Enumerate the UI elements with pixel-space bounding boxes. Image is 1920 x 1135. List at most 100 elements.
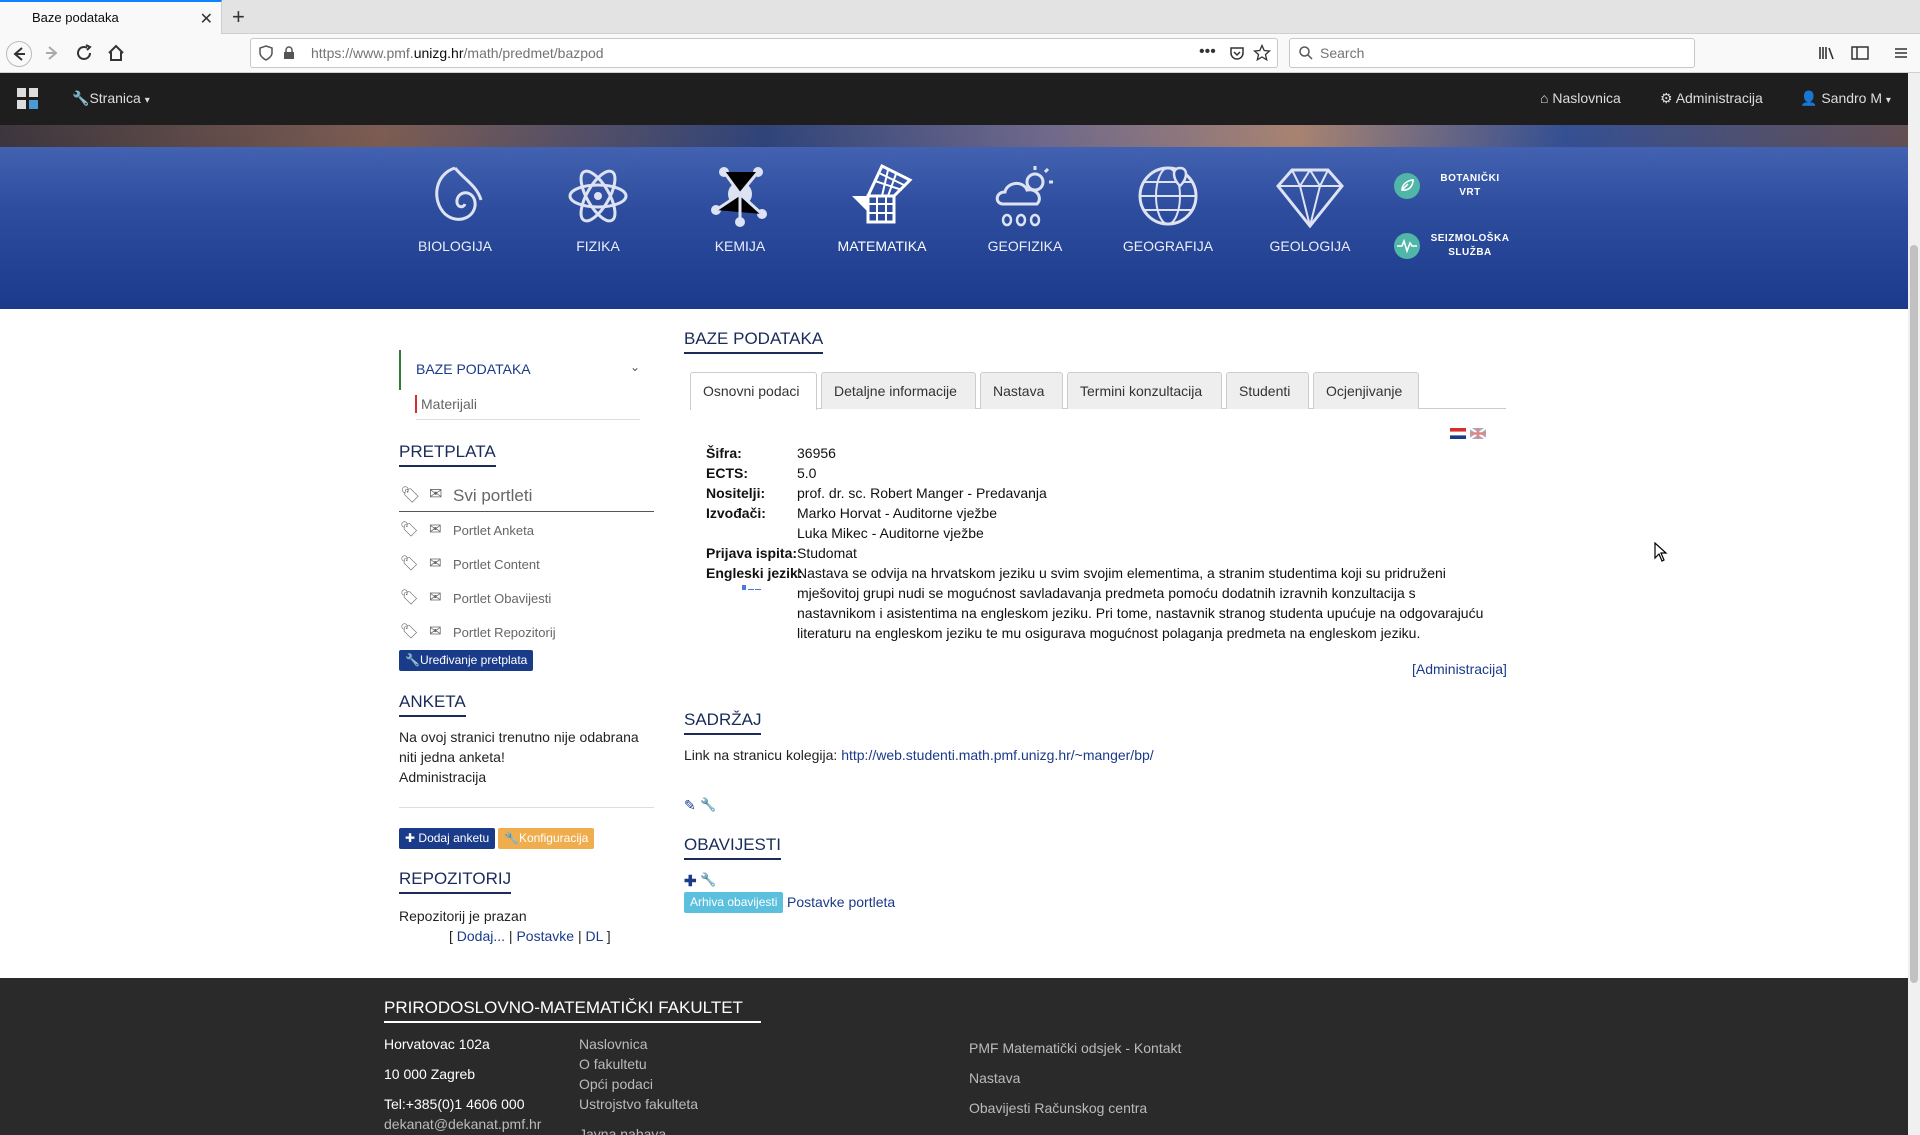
footer-link[interactable]: Ustrojstvo fakulteta — [579, 1096, 698, 1112]
user-icon: 👤 — [1800, 90, 1818, 106]
browser-tab[interactable]: Baze podataka ✕ — [0, 0, 222, 34]
search-placeholder: Search — [1320, 45, 1365, 61]
chevron-down-icon[interactable]: ⌄ — [630, 360, 640, 374]
botanicki-vrt-link[interactable] — [1393, 172, 1421, 200]
pocket-icon[interactable] — [1229, 45, 1245, 61]
konfiguracija-button[interactable]: 🔧Konfiguracija — [498, 828, 595, 849]
seizmo-link[interactable] — [1393, 232, 1421, 260]
footer-email[interactable]: dekanat@dekanat.pmf.hr — [384, 1116, 541, 1132]
anketa-admin-link[interactable]: Administracija — [399, 769, 486, 785]
footer-link[interactable]: Nastava — [969, 1070, 1020, 1086]
bracket: [ — [449, 928, 453, 944]
atom-icon — [568, 169, 628, 223]
science-kemija[interactable]: KEMIJA — [680, 160, 800, 254]
portlet-label: Portlet Content — [453, 557, 540, 572]
menu-icon[interactable] — [1893, 45, 1909, 61]
gear-icon: ⚙ — [1660, 90, 1673, 106]
science-biologija[interactable]: BIOLOGIJA — [395, 160, 515, 254]
scrollbar-thumb[interactable] — [1910, 245, 1918, 983]
home-icon[interactable] — [104, 41, 130, 67]
search-input[interactable]: Search — [1289, 38, 1695, 68]
tags-icon: 🏷 — [400, 589, 420, 606]
footer-address: 10 000 Zagreb — [384, 1066, 476, 1082]
svi-portleti-row[interactable]: 🏷 ✉ Svi portleti — [399, 484, 654, 512]
seizmo-label[interactable]: SEIZMOLOŠKA SLUŽBA — [1430, 232, 1510, 260]
shield-icon[interactable] — [259, 45, 273, 61]
back-icon[interactable] — [6, 41, 32, 67]
wrench-icon[interactable]: 🔧 — [700, 872, 716, 888]
tab-title: Baze podataka — [32, 10, 119, 25]
wrench-icon[interactable]: 🔧 — [700, 797, 716, 813]
ects-value: 5.0 — [797, 465, 817, 481]
tab-osnovni-podaci[interactable]: Osnovni podaci — [690, 372, 817, 410]
tab-detaljne-informacije[interactable]: Detaljne informacije — [821, 372, 976, 409]
nav-item-materijali[interactable]: Materijali — [421, 396, 477, 412]
science-label: BIOLOGIJA — [418, 238, 492, 254]
croatian-flag-icon[interactable] — [1450, 428, 1466, 439]
footer-link[interactable]: PMF Matematički odsjek - Kontakt — [969, 1040, 1181, 1056]
english-indicator-icon — [742, 585, 762, 591]
portlet-label: Portlet Anketa — [453, 523, 534, 538]
footer-link[interactable]: Opći podaci — [579, 1076, 653, 1092]
close-tab-icon[interactable]: ✕ — [200, 9, 213, 29]
dodaj-anketu-button[interactable]: ✚ Dodaj anketu — [399, 828, 496, 849]
repo-postavke-link[interactable]: Postavke — [516, 928, 574, 944]
wrench-icon: 🔧 — [405, 653, 420, 667]
engleski-text: Nastava se odvija na hrvatskom jeziku u … — [797, 565, 1446, 581]
nav-item-baze-podataka[interactable]: BAZE PODATAKA — [416, 361, 531, 377]
repo-dl-link[interactable]: DL — [585, 928, 602, 944]
science-fizika[interactable]: FIZIKA — [538, 160, 658, 254]
science-label: MATEMATIKA — [837, 238, 927, 254]
svi-portleti-label: Svi portleti — [453, 486, 533, 505]
footer-link[interactable]: O fakultetu — [579, 1056, 647, 1072]
plus-icon[interactable]: ✚ — [684, 872, 697, 890]
page-title: BAZE PODATAKA — [684, 329, 824, 354]
science-matematika[interactable]: MATEMATIKA — [822, 160, 942, 254]
sifra-label: Šifra: — [706, 445, 742, 461]
forward-icon[interactable] — [40, 41, 66, 67]
footer-link[interactable]: Javna nabava — [579, 1126, 666, 1135]
bookmark-star-icon[interactable] — [1253, 44, 1271, 62]
page-actions-icon[interactable]: ••• — [1199, 43, 1216, 61]
library-icon[interactable] — [1818, 45, 1836, 61]
browser-tabbar: Baze podataka ✕ + — [0, 0, 1920, 34]
house-icon: ⌂ — [1540, 90, 1549, 106]
repo-actions: [ Dodaj... | Postavke | DL ] — [449, 928, 611, 944]
postavke-portleta-link[interactable]: Postavke portleta — [787, 894, 895, 910]
botanicki-vrt-label[interactable]: BOTANIČKI VRT — [1430, 172, 1510, 200]
new-tab-icon[interactable]: + — [232, 4, 245, 30]
divider — [416, 419, 640, 420]
portlet-label: Portlet Obavijesti — [453, 591, 552, 606]
repo-dodaj-link[interactable]: Dodaj... — [457, 928, 505, 944]
tab-nastava[interactable]: Nastava — [980, 372, 1063, 409]
tab-studenti[interactable]: Studenti — [1226, 372, 1309, 409]
science-geografija[interactable]: GEOGRAFIJA — [1108, 160, 1228, 254]
user-menu[interactable]: 👤 Sandro M ▾ — [1800, 90, 1891, 107]
url-bar[interactable]: https://www.pmf.unizg.hr/math/predmet/ba… — [250, 38, 1278, 68]
molecule-icon — [711, 167, 767, 227]
uredivanje-pretplata-button[interactable]: 🔧Uređivanje pretplata — [399, 650, 534, 671]
edit-pencil-icon[interactable]: ✎ — [684, 797, 696, 814]
nav-active-marker — [399, 350, 401, 390]
lock-icon[interactable] — [283, 46, 295, 60]
portlet-label: Portlet Repozitorij — [453, 625, 556, 640]
sidebar-toggle-icon[interactable] — [1851, 45, 1869, 61]
stranica-menu[interactable]: 🔧Stranica ▾ — [72, 90, 150, 107]
admin-link[interactable]: ⚙ Administracija — [1660, 90, 1763, 107]
home-link[interactable]: ⌂ Naslovnica — [1540, 90, 1621, 106]
footer-link[interactable]: Naslovnica — [579, 1036, 647, 1052]
kolegij-link[interactable]: http://web.studenti.math.pmf.unizg.hr/~m… — [841, 747, 1153, 763]
browser-navbar: https://www.pmf.unizg.hr/math/predmet/ba… — [0, 34, 1920, 73]
reload-icon[interactable] — [72, 41, 98, 67]
footer-link[interactable]: Obavijesti Računskog centra — [969, 1100, 1147, 1116]
engleski-label: Engleski jezik: — [706, 565, 803, 581]
tab-ocjenjivanje[interactable]: Ocjenjivanje — [1313, 372, 1419, 409]
administracija-link[interactable]: [Administracija] — [1412, 661, 1507, 677]
repozitorij-title: REPOZITORIJ — [399, 869, 512, 894]
science-geologija[interactable]: GEOLOGIJA — [1250, 160, 1370, 254]
site-logo-icon[interactable] — [16, 87, 40, 111]
english-flag-icon[interactable] — [1470, 428, 1486, 439]
arhiva-obavijesti-button[interactable]: Arhiva obavijesti — [684, 892, 784, 913]
tab-termini-konzultacija[interactable]: Termini konzultacija — [1067, 372, 1222, 409]
science-geofizika[interactable]: GEOFIZIKA — [965, 160, 1085, 254]
